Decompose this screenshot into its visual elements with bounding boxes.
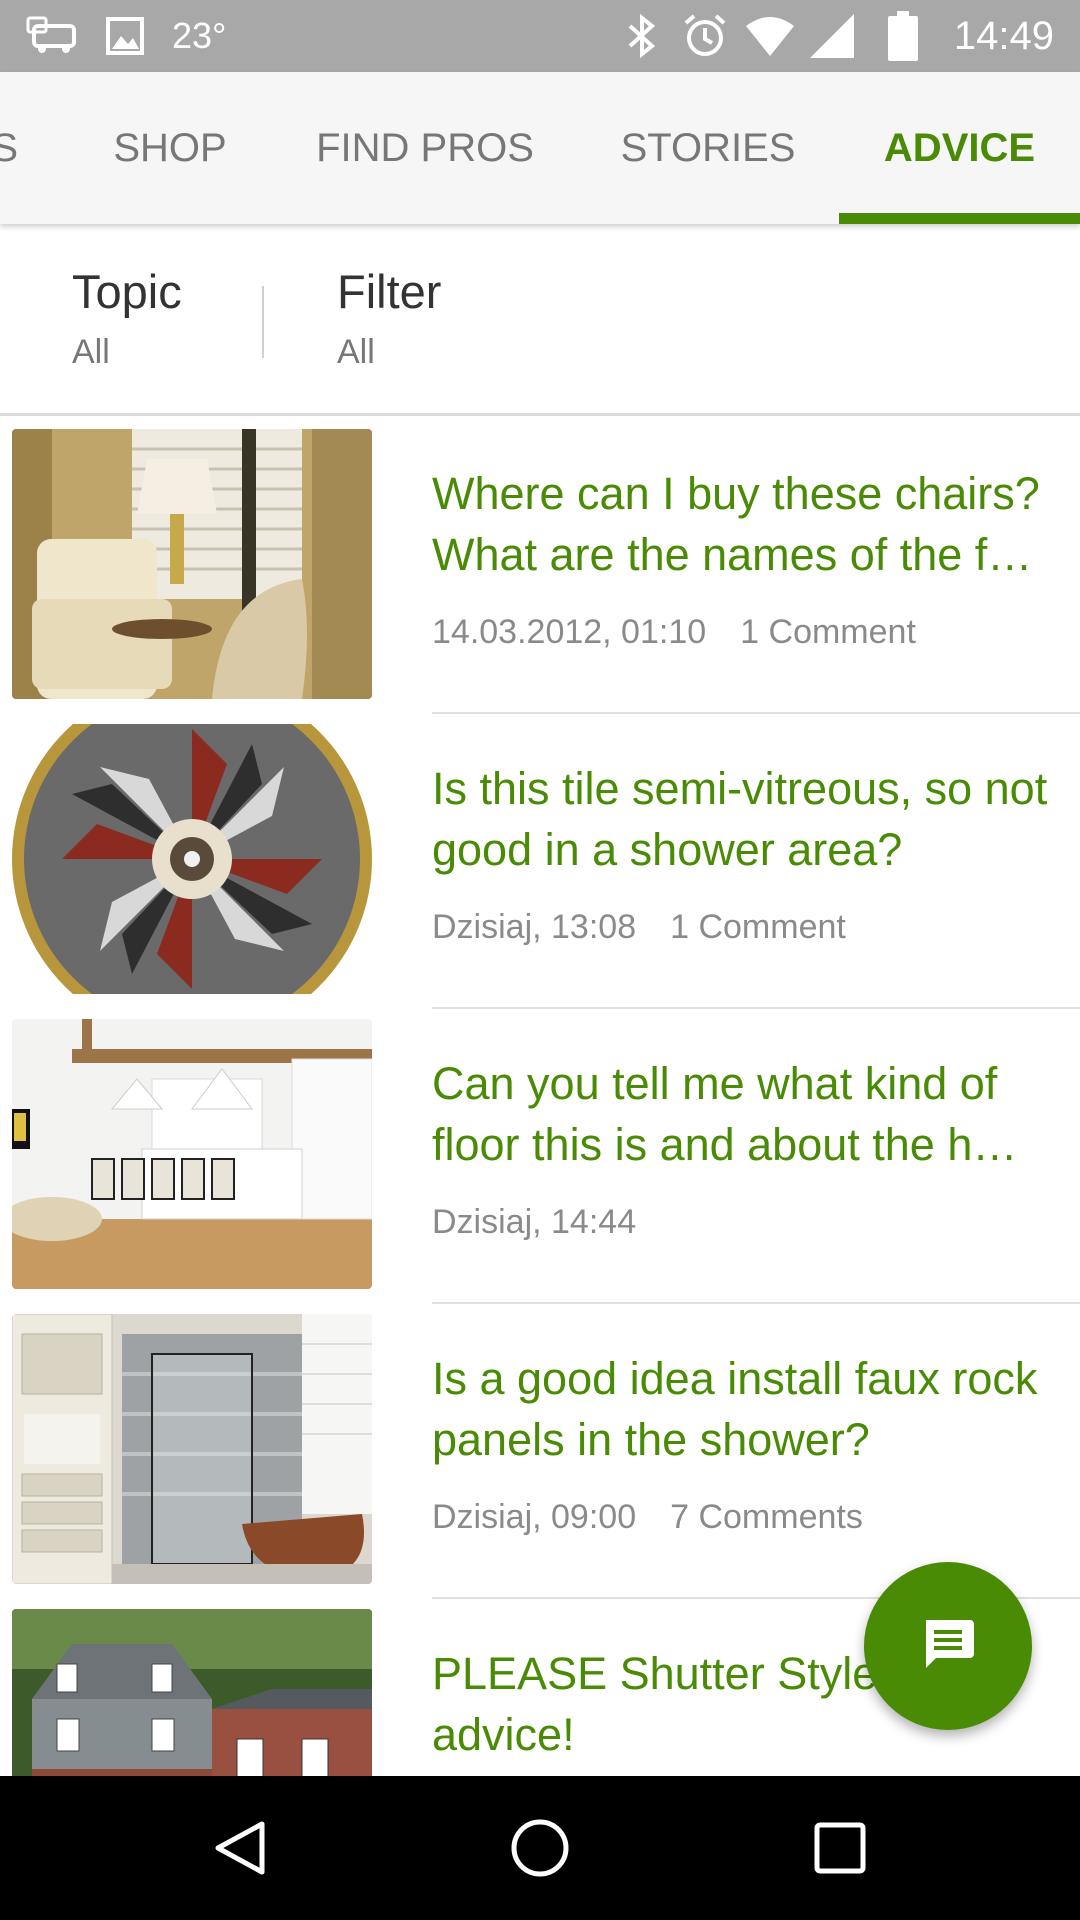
question-date: 14.03.2012, 01:10: [432, 613, 707, 651]
filter-row: Topic All Filter All: [0, 224, 1080, 416]
status-bar: 23° 14:49: [0, 0, 1080, 72]
car-icon: [26, 0, 82, 72]
list-item[interactable]: Where can I buy these chairs? What are t…: [0, 419, 1080, 714]
ask-question-button[interactable]: [864, 1562, 1032, 1730]
message-icon: [920, 1616, 976, 1677]
list-item[interactable]: Can you tell me what kind of floor this …: [0, 1009, 1080, 1304]
question-date: Dzisiaj, 14:44: [432, 1203, 637, 1241]
tab-shop[interactable]: SHOP: [70, 72, 270, 224]
question-thumbnail: [12, 724, 372, 994]
signal-icon: [810, 0, 854, 72]
question-title[interactable]: Where can I buy these chairs? What are t…: [432, 463, 1064, 585]
question-meta: Dzisiaj, 14:44: [432, 1203, 636, 1242]
tab-advice[interactable]: ADVICE: [839, 72, 1080, 224]
recents-icon[interactable]: [800, 1808, 880, 1888]
question-thumbnail: [12, 1609, 372, 1776]
back-icon[interactable]: [200, 1808, 280, 1888]
topic-label: Topic: [72, 265, 182, 318]
question-meta: Dzisiaj, 09:00 7 Comments: [432, 1498, 863, 1537]
active-tab-indicator: [839, 213, 1080, 224]
question-title[interactable]: Can you tell me what kind of floor this …: [432, 1053, 1064, 1175]
question-thumbnail: [12, 1019, 372, 1289]
question-comment-count[interactable]: 7 Comments: [670, 1498, 863, 1536]
image-icon: [106, 0, 144, 72]
clock-text: 14:49: [953, 13, 1054, 58]
question-thumbnail: [12, 429, 372, 699]
topic-selector[interactable]: Topic All: [72, 264, 182, 376]
wifi-icon: [746, 0, 794, 72]
bluetooth-icon: [626, 0, 658, 72]
tab-bar: S SHOP FIND PROS STORIES ADVICE: [0, 72, 1080, 224]
filter-selector[interactable]: Filter All: [337, 264, 441, 376]
battery-icon: [888, 0, 918, 72]
tab-partial[interactable]: S: [0, 72, 18, 224]
home-icon[interactable]: [500, 1808, 580, 1888]
topic-value: All: [72, 333, 110, 371]
temperature-text: 23°: [172, 15, 227, 56]
question-title[interactable]: Is this tile semi-vitreous, so not good …: [432, 758, 1064, 880]
filter-divider: [262, 286, 264, 358]
question-title[interactable]: Is a good idea install faux rock panels …: [432, 1348, 1064, 1470]
list-item[interactable]: Is a good idea install faux rock panels …: [0, 1304, 1080, 1599]
question-comment-count[interactable]: 1 Comment: [740, 613, 916, 651]
question-date: Dzisiaj, 13:08: [432, 908, 637, 946]
question-meta: 14.03.2012, 01:10 1 Comment: [432, 613, 916, 652]
filter-value: All: [337, 333, 375, 371]
question-thumbnail: [12, 1314, 372, 1584]
filter-label: Filter: [337, 265, 442, 318]
question-date: Dzisiaj, 09:00: [432, 1498, 637, 1536]
question-comment-count[interactable]: 1 Comment: [670, 908, 846, 946]
alarm-icon: [682, 0, 728, 72]
question-meta: Dzisiaj, 13:08 1 Comment: [432, 908, 846, 947]
tab-find-pros[interactable]: FIND PROS: [300, 72, 550, 224]
navigation-bar: [0, 1776, 1080, 1920]
tab-stories[interactable]: STORIES: [600, 72, 816, 224]
list-item[interactable]: Is this tile semi-vitreous, so not good …: [0, 714, 1080, 1009]
